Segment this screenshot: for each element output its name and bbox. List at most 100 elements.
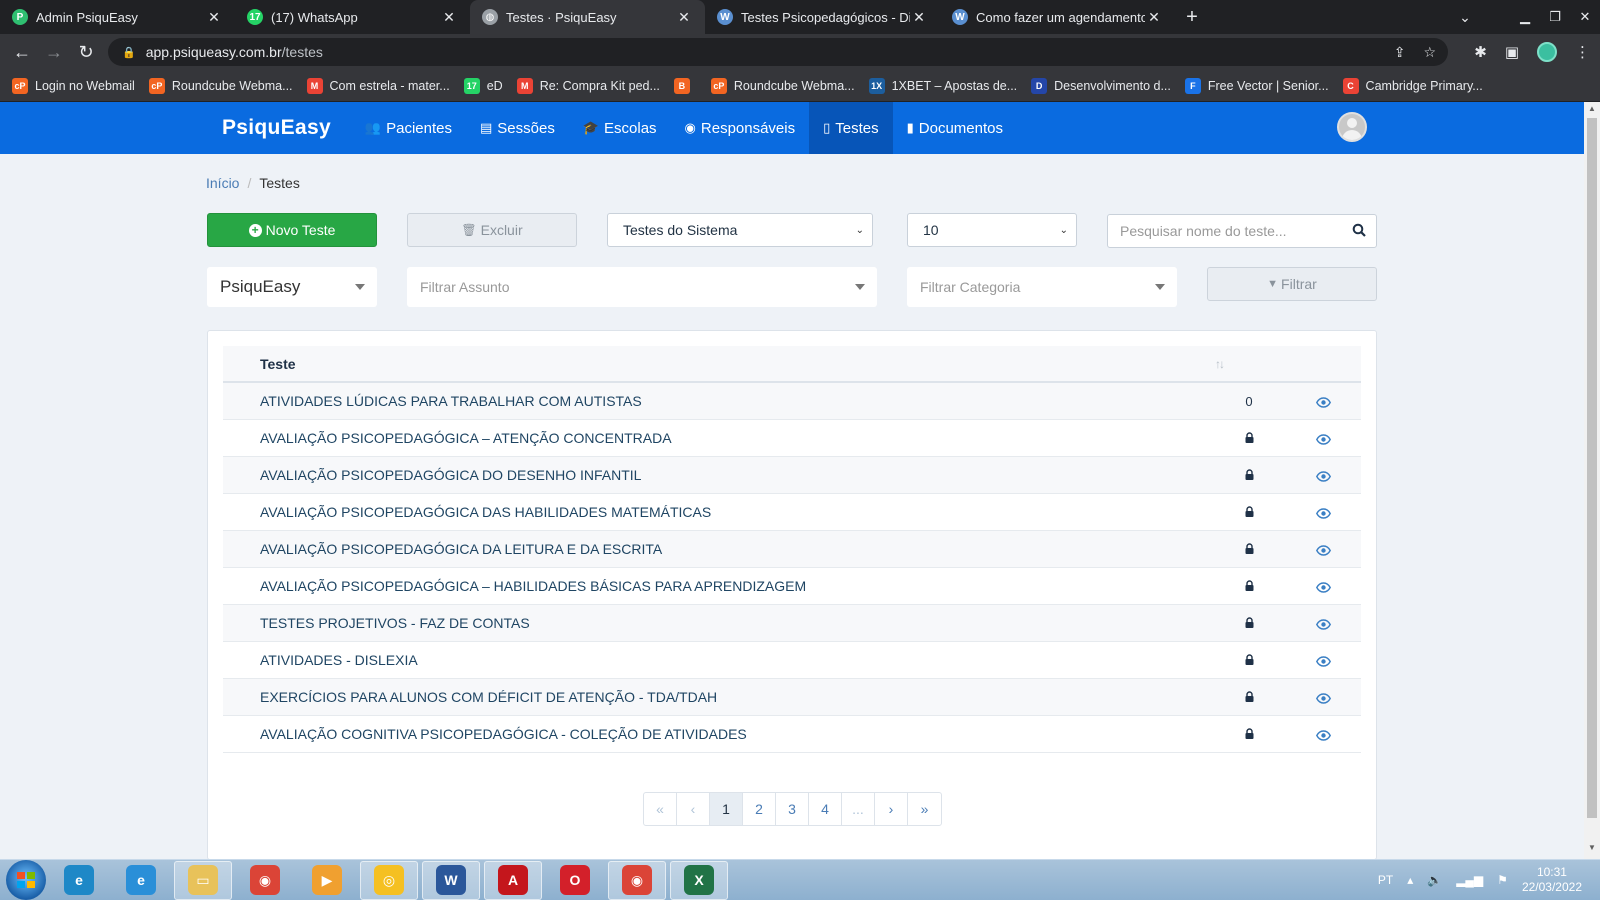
network-signal-icon[interactable]: ▂▄▆ [1456, 873, 1483, 887]
test-name-link[interactable]: EXERCÍCIOS PARA ALUNOS COM DÉFICIT DE AT… [260, 689, 717, 705]
view-eye-icon[interactable] [1316, 617, 1332, 630]
test-name-link[interactable]: AVALIAÇÃO PSICOPEDAGÓGICA DA LEITURA E D… [260, 541, 662, 557]
table-row[interactable]: AVALIAÇÃO PSICOPEDAGÓGICA – HABILIDADES … [223, 568, 1361, 605]
forward-button[interactable]: → [38, 42, 70, 63]
taskbar-app[interactable]: ◉ [236, 861, 294, 900]
table-row[interactable]: AVALIAÇÃO PSICOPEDAGÓGICA DA LEITURA E D… [223, 531, 1361, 568]
browser-tab[interactable]: 17 (17) WhatsApp ✕ [235, 0, 470, 34]
bookmark-item[interactable]: cP Roundcube Webma... [710, 77, 855, 94]
action-center-flag-icon[interactable]: ⚑ [1497, 873, 1508, 887]
brand-logo[interactable]: PsiquEasy [222, 116, 331, 140]
minimize-button[interactable]: ▁ [1510, 9, 1540, 25]
tab-close-icon[interactable]: ✕ [1145, 9, 1163, 26]
test-name-link[interactable]: AVALIAÇÃO PSICOPEDAGÓGICA – HABILIDADES … [260, 578, 806, 594]
test-name-link[interactable]: ATIVIDADES - DISLEXIA [260, 652, 418, 668]
view-eye-icon[interactable] [1316, 432, 1332, 445]
bookmark-item[interactable]: cP Login no Webmail [12, 77, 135, 94]
tab-close-icon[interactable]: ✕ [205, 9, 223, 26]
test-name-link[interactable]: AVALIAÇÃO PSICOPEDAGÓGICA DO DESENHO INF… [260, 467, 641, 483]
browser-tab[interactable]: W Como fazer um agendamento no✕ [940, 0, 1175, 34]
search-input[interactable] [1108, 223, 1338, 239]
bookmark-item[interactable]: C Cambridge Primary... [1342, 77, 1483, 94]
language-indicator[interactable]: PT [1378, 873, 1393, 887]
side-panel-icon[interactable]: ▣ [1505, 43, 1519, 61]
bookmark-item[interactable]: B [673, 77, 697, 94]
tab-search-chevron-icon[interactable]: ⌄ [1450, 9, 1480, 26]
view-eye-icon[interactable] [1316, 469, 1332, 482]
view-eye-icon[interactable] [1316, 395, 1332, 408]
test-name-link[interactable]: ATIVIDADES LÚDICAS PARA TRABALHAR COM AU… [260, 393, 642, 409]
tab-close-icon[interactable]: ✕ [910, 9, 928, 26]
volume-icon[interactable]: 🔈 [1427, 873, 1442, 887]
pagination-item[interactable]: 4 [809, 793, 842, 825]
restore-button[interactable]: ❐ [1540, 9, 1570, 25]
taskbar-app[interactable]: A [484, 860, 542, 900]
nav-item-pacientes[interactable]: 👥 Pacientes [351, 102, 466, 154]
taskbar-app[interactable]: ▶ [298, 861, 356, 900]
table-row[interactable]: EXERCÍCIOS PARA ALUNOS COM DÉFICIT DE AT… [223, 679, 1361, 716]
bookmark-item[interactable]: F Free Vector | Senior... [1184, 77, 1329, 94]
new-test-button[interactable]: + Novo Teste [207, 213, 377, 247]
table-row[interactable]: AVALIAÇÃO PSICOPEDAGÓGICA DAS HABILIDADE… [223, 494, 1361, 531]
profile-avatar-icon[interactable] [1537, 42, 1557, 62]
browser-tab[interactable]: ◍ Testes · PsiquEasy ✕ [470, 0, 705, 34]
user-avatar[interactable] [1337, 112, 1367, 142]
table-row[interactable]: AVALIAÇÃO PSICOPEDAGÓGICA DO DESENHO INF… [223, 457, 1361, 494]
table-row[interactable]: AVALIAÇÃO COGNITIVA PSICOPEDAGÓGICA - CO… [223, 716, 1361, 753]
nav-item-escolas[interactable]: 🎓 Escolas [569, 102, 671, 154]
scroll-down-arrow-icon[interactable]: ▼ [1584, 843, 1600, 857]
nav-item-documentos[interactable]: ▮ Documentos [893, 102, 1017, 154]
chrome-menu-icon[interactable]: ⋮ [1575, 43, 1590, 61]
bookmark-item[interactable]: cP Roundcube Webma... [148, 77, 293, 94]
table-row[interactable]: ATIVIDADES LÚDICAS PARA TRABALHAR COM AU… [223, 383, 1361, 420]
test-source-select[interactable]: Testes do Sistema ⌄ [607, 213, 873, 247]
start-button[interactable] [6, 860, 46, 900]
extensions-puzzle-icon[interactable]: ✱ [1474, 43, 1487, 61]
sort-arrows-icon[interactable]: ↑↓ [1215, 357, 1225, 371]
search-icon[interactable] [1352, 223, 1366, 237]
clock[interactable]: 10:31 22/03/2022 [1522, 865, 1582, 895]
taskbar-app[interactable]: W [422, 860, 480, 900]
taskbar-app[interactable]: ◉ [608, 860, 666, 900]
pagination-item[interactable]: 1 [710, 793, 743, 825]
taskbar-app[interactable]: ▭ [174, 860, 232, 900]
share-icon[interactable]: ⇪ [1394, 44, 1406, 61]
breadcrumb-home-link[interactable]: Início [206, 175, 239, 191]
nav-item-responsaveis[interactable]: ◉ Responsáveis [671, 102, 810, 154]
taskbar-app[interactable]: ◎ [360, 860, 418, 900]
pagination-item[interactable]: 2 [743, 793, 776, 825]
category-filter[interactable]: Filtrar Categoria [907, 267, 1177, 307]
scroll-up-arrow-icon[interactable]: ▲ [1584, 104, 1600, 118]
pagination-item[interactable]: › [875, 793, 908, 825]
subject-filter[interactable]: Filtrar Assunto [407, 267, 877, 307]
taskbar-app[interactable]: O [546, 861, 604, 900]
view-eye-icon[interactable] [1316, 728, 1332, 741]
page-scrollbar[interactable]: ▲ ▼ [1584, 102, 1600, 859]
bookmark-item[interactable]: M Com estrela - mater... [306, 77, 450, 94]
delete-button[interactable]: 🗑 Excluir [407, 213, 577, 247]
browser-tab[interactable]: W Testes Psicopedagógicos - Diferen✕ [705, 0, 940, 34]
test-name-link[interactable]: TESTES PROJETIVOS - FAZ DE CONTAS [260, 615, 530, 631]
nav-item-sessoes[interactable]: ▤ Sessões [466, 102, 569, 154]
taskbar-app[interactable]: X [670, 860, 728, 900]
pagination-item[interactable]: 3 [776, 793, 809, 825]
scrollbar-thumb[interactable] [1587, 118, 1597, 818]
taskbar-app[interactable]: e [50, 861, 108, 900]
tab-close-icon[interactable]: ✕ [440, 9, 458, 26]
taskbar-app[interactable]: e [112, 861, 170, 900]
bookmark-item[interactable]: M Re: Compra Kit ped... [516, 77, 660, 94]
nav-item-testes[interactable]: ▯ Testes [809, 102, 893, 154]
browser-tab[interactable]: P Admin PsiquEasy ✕ [0, 0, 235, 34]
reload-button[interactable]: ↻ [70, 42, 102, 63]
view-eye-icon[interactable] [1316, 654, 1332, 667]
new-tab-button[interactable]: + [1175, 0, 1209, 34]
owner-select[interactable]: PsiquEasy [207, 267, 377, 307]
view-eye-icon[interactable] [1316, 543, 1332, 556]
view-eye-icon[interactable] [1316, 691, 1332, 704]
view-eye-icon[interactable] [1316, 506, 1332, 519]
address-bar[interactable]: 🔒 app.psiqueasy.com.br/testes ⇪ ☆ [108, 38, 1448, 66]
table-row[interactable]: TESTES PROJETIVOS - FAZ DE CONTAS [223, 605, 1361, 642]
filter-button[interactable]: ▼ Filtrar [1207, 267, 1377, 301]
table-row[interactable]: AVALIAÇÃO PSICOPEDAGÓGICA – ATENÇÃO CONC… [223, 420, 1361, 457]
table-row[interactable]: ATIVIDADES - DISLEXIA [223, 642, 1361, 679]
